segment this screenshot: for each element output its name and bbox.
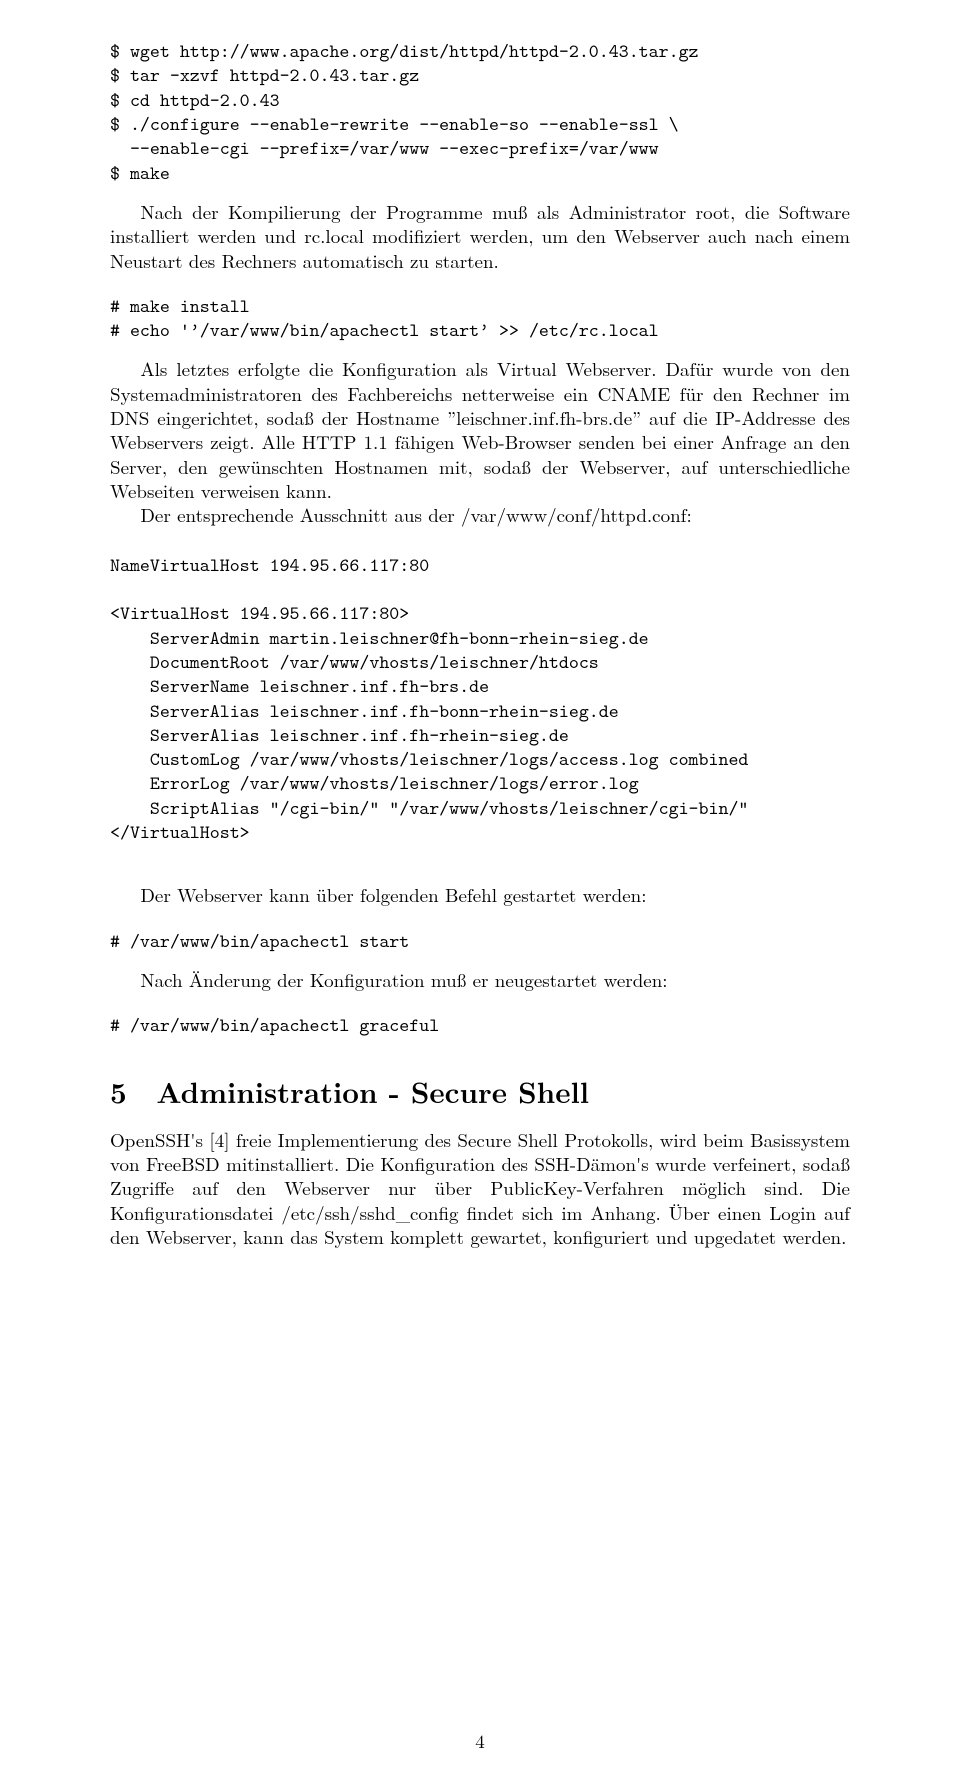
code-block-apachectl-graceful: # /var/www/bin/apachectl graceful [110,1014,850,1038]
paragraph-compile: Nach der Kompilierung der Programme muß … [110,200,850,273]
section-title: Administration - Secure Shell [156,1070,589,1112]
code-block-make-install: # make install # echo '’/var/www/bin/apa… [110,295,850,344]
paragraph-virtualhost-intro: Als letztes erfolgte die Konfiguration a… [110,357,850,503]
page-number: 4 [0,1729,960,1753]
code-block-wget: $ wget http://www.apache.org/dist/httpd/… [110,40,850,186]
paragraph-httpd-conf: Der entsprechende Ausschnitt aus der /va… [110,503,850,527]
code-block-virtualhost: NameVirtualHost 194.95.66.117:80 <Virtua… [110,554,850,846]
section-heading: 5Administration - Secure Shell [110,1073,850,1110]
paragraph-openssh: OpenSSH's [4] freie Implementierung des … [110,1128,850,1250]
page: $ wget http://www.apache.org/dist/httpd/… [0,0,960,1787]
code-block-apachectl-start: # /var/www/bin/apachectl start [110,930,850,954]
paragraph-restart: Nach Änderung der Konfiguration muß er n… [110,968,850,992]
paragraph-start: Der Webserver kann über folgenden Befehl… [110,883,850,907]
section-number: 5 [110,1073,156,1110]
